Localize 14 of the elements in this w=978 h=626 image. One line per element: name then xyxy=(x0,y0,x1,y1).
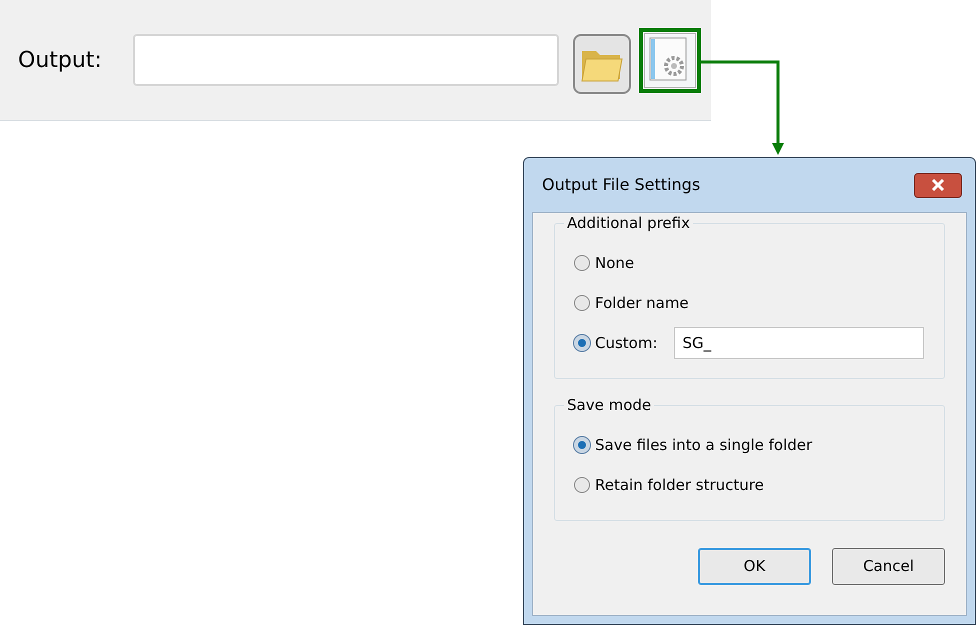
output-field[interactable] xyxy=(133,34,559,86)
browse-folder-button[interactable] xyxy=(573,34,631,94)
close-button[interactable] xyxy=(914,172,962,198)
radio-label[interactable]: Custom: xyxy=(595,332,658,354)
output-label: Output: xyxy=(18,46,103,74)
radio-label[interactable]: Folder name xyxy=(595,292,689,314)
close-icon xyxy=(931,179,945,191)
dialog-button[interactable]: Cancel xyxy=(832,548,945,585)
radio-label[interactable]: None xyxy=(595,252,634,274)
prefix-field[interactable]: SG_ xyxy=(674,327,924,359)
radio-label[interactable]: Retain folder structure xyxy=(595,474,764,496)
radio-label[interactable]: Save files into a single folder xyxy=(595,434,812,456)
dialog-button[interactable]: OK xyxy=(698,548,811,585)
dialog-title: Output File Settings xyxy=(542,174,700,196)
